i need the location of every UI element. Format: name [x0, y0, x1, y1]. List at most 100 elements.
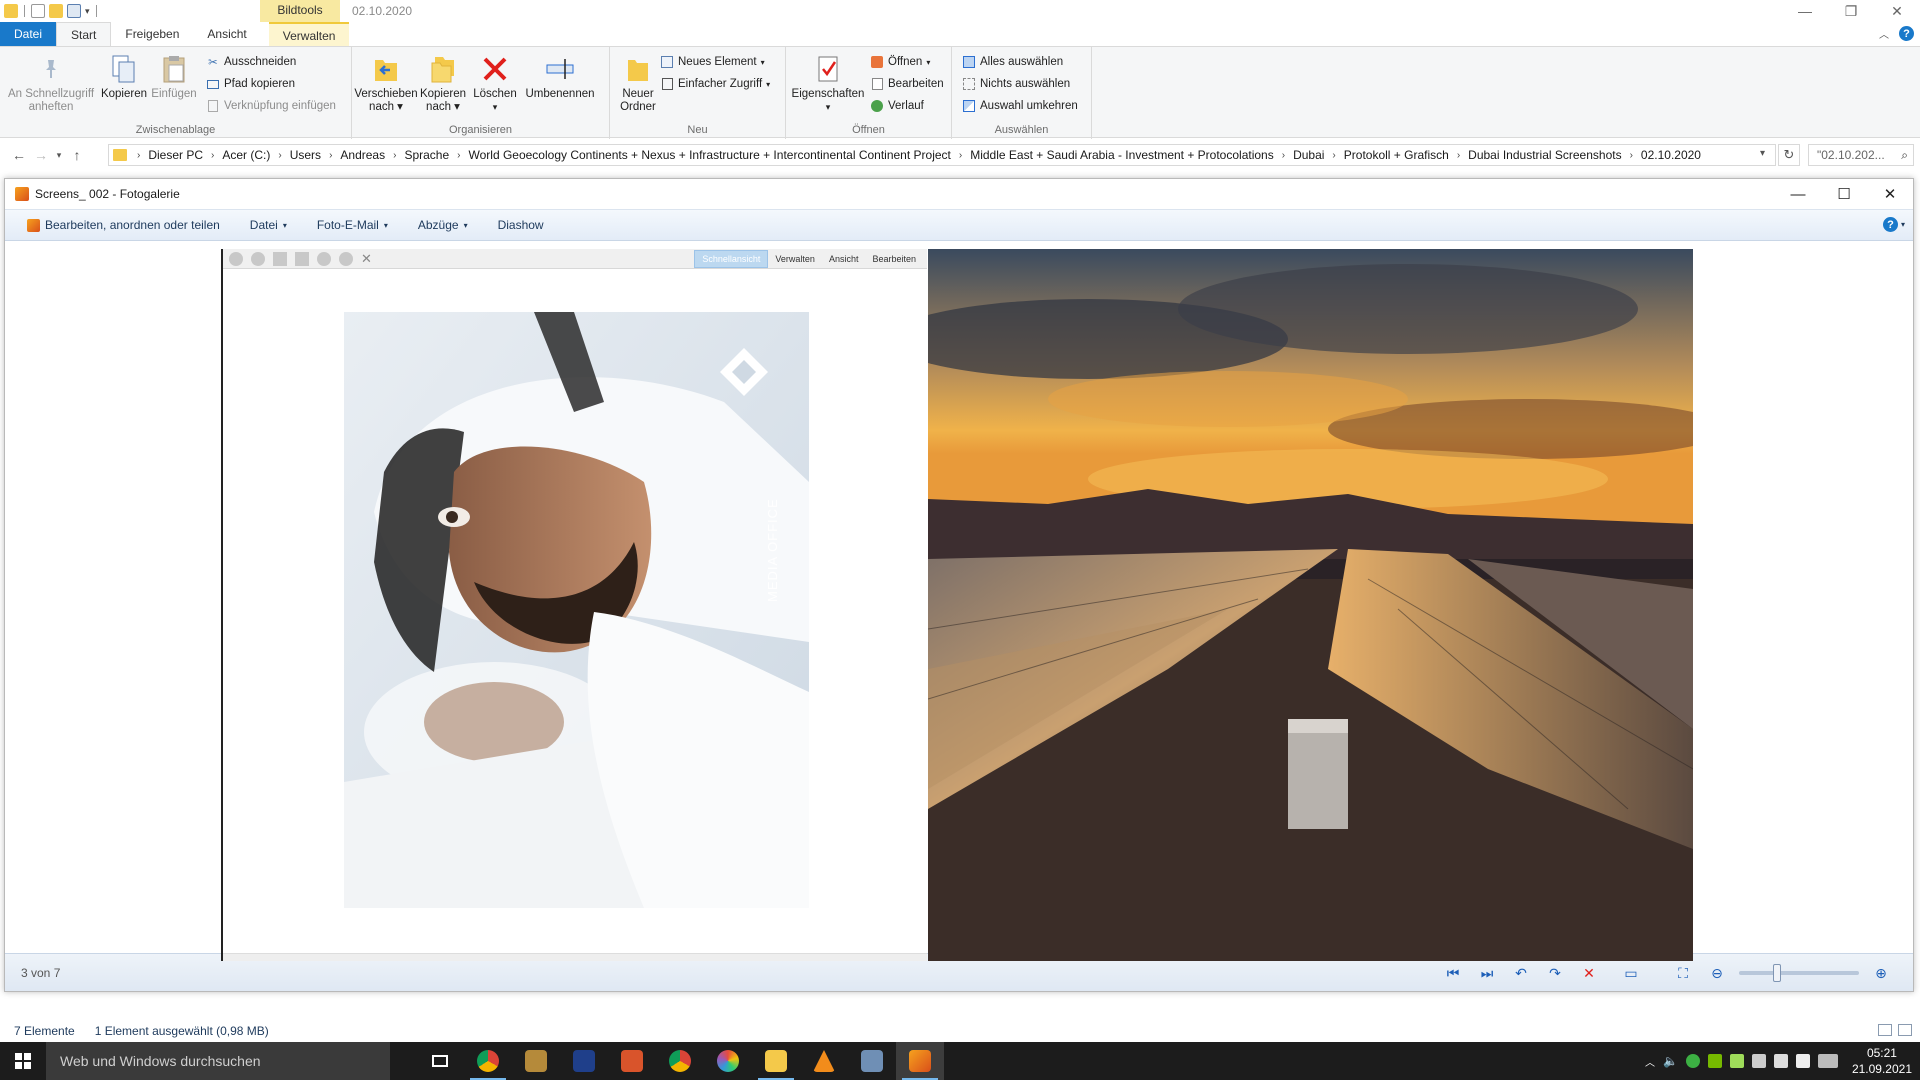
maximize-icon[interactable]: ☐ — [1821, 179, 1867, 209]
photo-gallery-taskbar-icon[interactable] — [896, 1042, 944, 1080]
cut-button[interactable]: ✂ Ausschneiden — [206, 53, 296, 71]
security-tray-icon[interactable] — [1685, 1054, 1700, 1068]
select-all-button[interactable]: Alles auswählen — [962, 53, 1063, 71]
close-icon[interactable]: ✕ — [1874, 0, 1920, 22]
keyboard-tray-icon[interactable] — [1773, 1054, 1788, 1068]
photo-app-icon[interactable] — [512, 1042, 560, 1080]
close-icon[interactable]: ✕ — [1867, 179, 1913, 209]
rotate-left-icon[interactable]: ↶ — [1509, 962, 1533, 984]
breadcrumb-separator[interactable]: › — [389, 150, 400, 161]
new-item-button[interactable]: Neues Element ▾ — [660, 53, 765, 71]
forward-arrow-icon[interactable]: → — [30, 144, 52, 166]
delete-button[interactable]: Löschen ▾ — [470, 53, 520, 114]
easy-access-button[interactable]: Einfacher Zugriff ▾ — [660, 75, 770, 93]
recent-locations-dropdown-icon[interactable]: ▾ — [52, 144, 66, 166]
pin-quick-access-button[interactable]: An Schnellzugriff anheften — [6, 53, 96, 114]
menu-prints[interactable]: Abzüge ▾ — [418, 218, 468, 232]
chrome-icon[interactable] — [464, 1042, 512, 1080]
back-arrow-icon[interactable]: ← — [8, 144, 30, 166]
breadcrumb-separator[interactable]: › — [1278, 150, 1289, 161]
zoom-slider[interactable] — [1739, 964, 1859, 982]
refresh-icon[interactable]: ↻ — [1778, 144, 1800, 166]
actual-size-icon[interactable]: ⛶ — [1671, 962, 1695, 984]
large-icons-view-icon[interactable] — [1898, 1024, 1912, 1036]
breadcrumb-separator[interactable]: › — [1328, 150, 1339, 161]
breadcrumb-separator[interactable]: › — [133, 150, 144, 161]
breadcrumb-item[interactable]: World Geoecology Continents + Nexus + In… — [465, 148, 955, 162]
help-icon[interactable]: ? — [1899, 26, 1914, 41]
details-view-icon[interactable] — [1878, 1024, 1892, 1036]
task-view-icon[interactable] — [416, 1042, 464, 1080]
network-tray-icon[interactable] — [1729, 1054, 1744, 1068]
copy-path-button[interactable]: Pfad kopieren — [206, 75, 295, 93]
properties-button[interactable]: Eigenschaften ▾ — [790, 53, 866, 114]
tab-start[interactable]: Start — [56, 22, 112, 46]
qat-dropdown-icon[interactable]: ▾ — [85, 6, 90, 17]
collapse-ribbon-icon[interactable]: ︿ — [1879, 26, 1889, 41]
breadcrumb-item[interactable]: 02.10.2020 — [1637, 148, 1705, 162]
breadcrumb-item[interactable]: Dieser PC — [144, 148, 207, 162]
menu-edit-organize-share[interactable]: Bearbeiten, anordnen oder teilen — [27, 218, 220, 232]
zoom-out-icon[interactable]: ⊖ — [1705, 962, 1729, 984]
menu-slideshow[interactable]: Diashow — [498, 218, 544, 232]
volume-icon[interactable]: 🔈 — [1663, 1054, 1678, 1068]
rename-icon[interactable] — [67, 4, 81, 18]
invert-selection-button[interactable]: Auswahl umkehren — [962, 97, 1078, 115]
previous-image-icon[interactable]: ⏮ — [1441, 962, 1465, 984]
maximize-icon[interactable]: ❐ — [1828, 0, 1874, 22]
rename-button[interactable]: Umbenennen — [522, 53, 598, 101]
breadcrumb-item[interactable]: Andreas — [336, 148, 389, 162]
move-to-button[interactable]: Verschieben nach ▾ — [354, 53, 418, 114]
vlc-icon[interactable] — [800, 1042, 848, 1080]
start-button[interactable] — [0, 1042, 46, 1080]
breadcrumb-item[interactable]: Users — [286, 148, 325, 162]
delete-dropdown-icon[interactable]: ▾ — [493, 101, 498, 114]
breadcrumb[interactable]: › Dieser PC › Acer (C:) › Users › Andrea… — [108, 144, 1776, 166]
taskbar-search-input[interactable]: Web und Windows durchsuchen — [46, 1042, 390, 1080]
select-none-button[interactable]: Nichts auswählen — [962, 75, 1070, 93]
breadcrumb-item[interactable]: Dubai Industrial Screenshots — [1464, 148, 1625, 162]
new-folder-button[interactable]: Neuer Ordner — [618, 53, 658, 114]
tab-view[interactable]: Ansicht — [193, 22, 260, 46]
delete-icon[interactable]: ✕ — [1577, 962, 1601, 984]
zoom-slider-thumb[interactable] — [1773, 964, 1781, 982]
rotate-right-icon[interactable]: ↷ — [1543, 962, 1567, 984]
breadcrumb-separator[interactable]: › — [1626, 150, 1637, 161]
keyboard-layout-icon[interactable] — [1817, 1054, 1838, 1068]
breadcrumb-item[interactable]: Sprache — [400, 148, 453, 162]
menu-file[interactable]: Datei ▾ — [250, 218, 287, 232]
gallery-help-button[interactable]: ? ▾ — [1882, 217, 1905, 232]
usb-tray-icon[interactable] — [1751, 1054, 1766, 1068]
breadcrumb-item[interactable]: Protokoll + Grafisch — [1340, 148, 1453, 162]
up-arrow-icon[interactable]: ↑ — [66, 144, 88, 166]
edit-button[interactable]: Bearbeiten — [870, 75, 944, 93]
show-hidden-icons-icon[interactable]: ︿ — [1645, 1054, 1655, 1069]
paste-button[interactable]: Einfügen — [150, 53, 198, 101]
breadcrumb-separator[interactable]: › — [207, 150, 218, 161]
security-app-icon[interactable] — [560, 1042, 608, 1080]
breadcrumb-separator[interactable]: › — [453, 150, 464, 161]
minimize-icon[interactable]: — — [1782, 0, 1828, 22]
image-viewer-icon[interactable] — [848, 1042, 896, 1080]
slideshow-icon[interactable]: ▭ — [1619, 962, 1643, 984]
tab-manage[interactable]: Verwalten — [268, 22, 350, 46]
breadcrumb-separator[interactable]: › — [274, 150, 285, 161]
picasa-app-icon[interactable] — [704, 1042, 752, 1080]
file-explorer-icon[interactable] — [752, 1042, 800, 1080]
breadcrumb-separator[interactable]: › — [325, 150, 336, 161]
tab-file[interactable]: Datei — [0, 22, 57, 46]
history-button[interactable]: Verlauf — [870, 97, 924, 115]
notification-icon[interactable] — [1795, 1054, 1810, 1068]
breadcrumb-item[interactable]: Dubai — [1289, 148, 1328, 162]
copy-to-button[interactable]: Kopieren nach ▾ — [416, 53, 470, 114]
office-app-icon[interactable] — [608, 1042, 656, 1080]
properties-dropdown-icon[interactable]: ▾ — [826, 101, 831, 114]
properties-icon[interactable] — [31, 4, 45, 18]
copy-button[interactable]: Kopieren — [100, 53, 148, 101]
nvidia-tray-icon[interactable] — [1707, 1054, 1722, 1068]
search-input[interactable]: "02.10.202... ⌕ — [1808, 144, 1914, 166]
breadcrumb-separator[interactable]: › — [1453, 150, 1464, 161]
tab-share[interactable]: Freigeben — [111, 22, 193, 46]
breadcrumb-separator[interactable]: › — [955, 150, 966, 161]
menu-photo-email[interactable]: Foto-E-Mail ▾ — [317, 218, 388, 232]
